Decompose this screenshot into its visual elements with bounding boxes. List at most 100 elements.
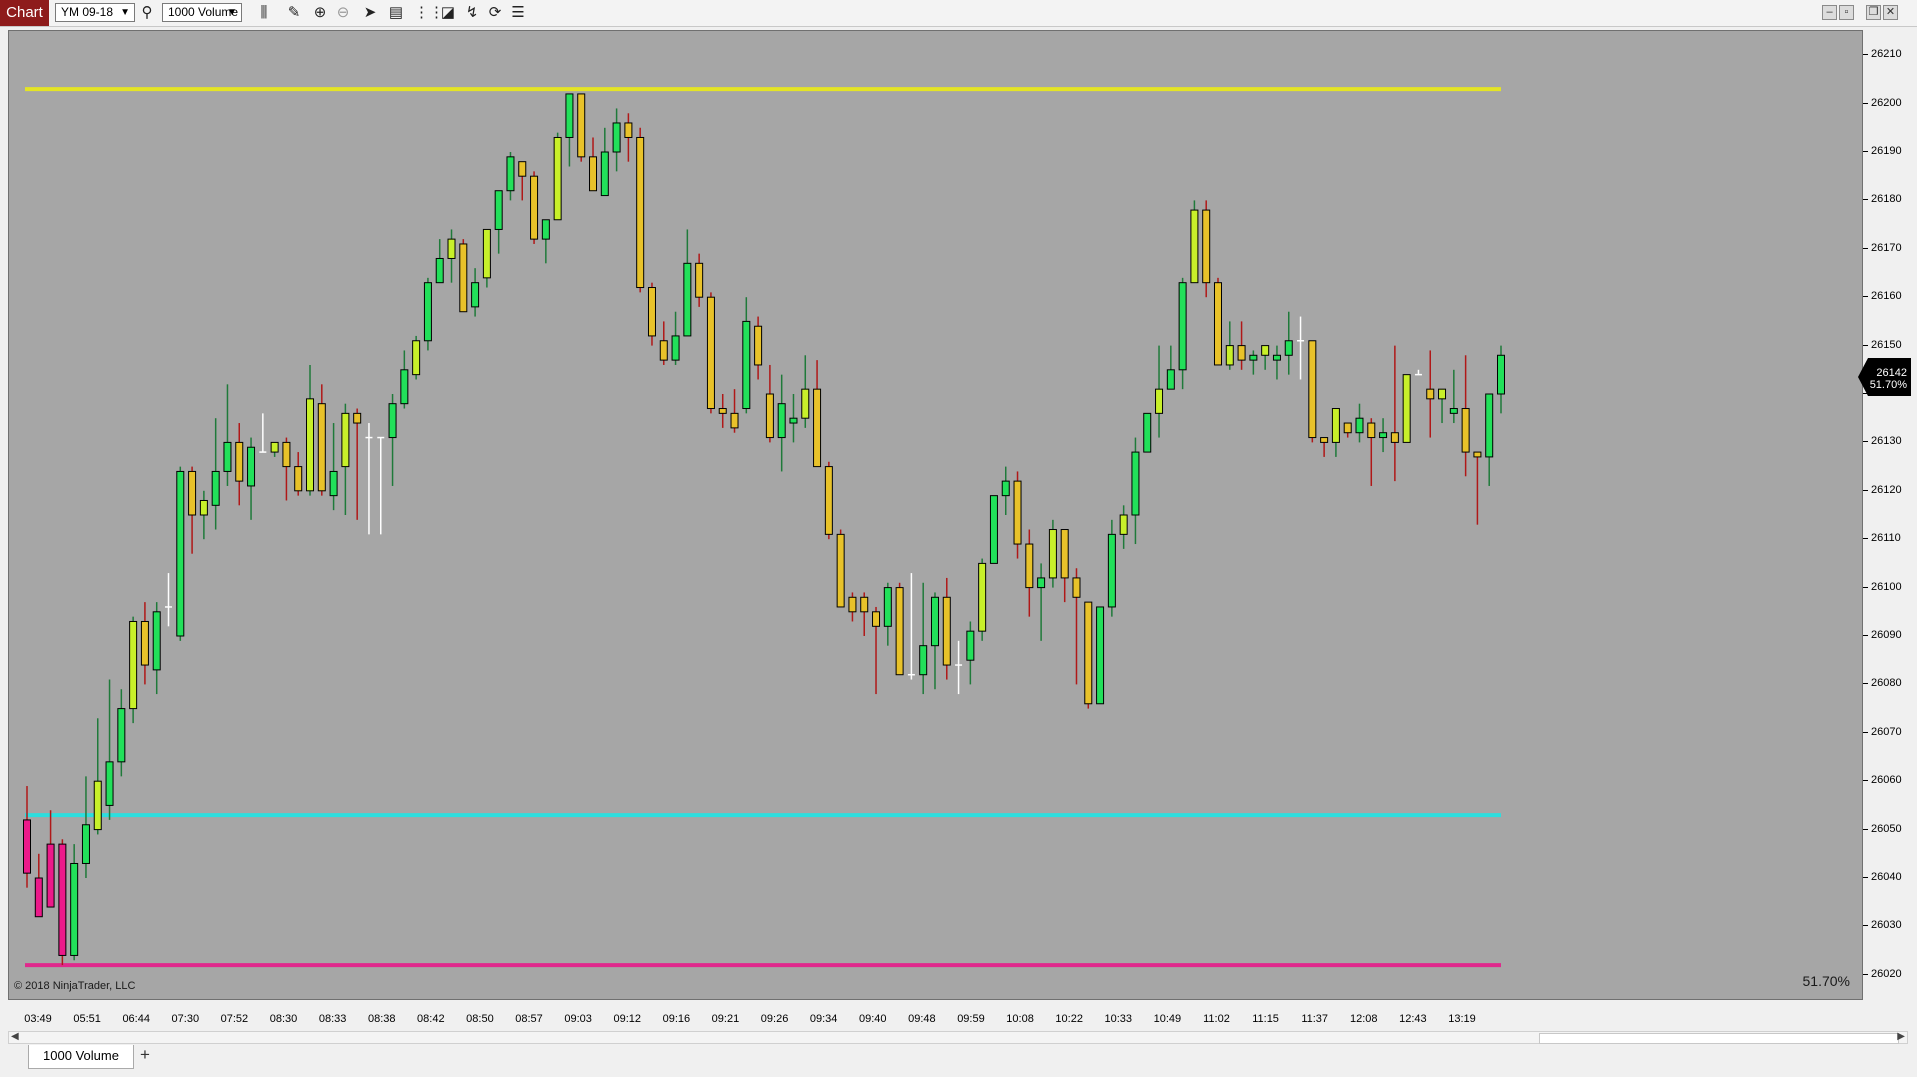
price-axis[interactable]: 2621026200261902618026170261602615026140…	[1863, 30, 1917, 1000]
time-tick-label: 10:22	[1055, 1013, 1083, 1025]
bar-type-icon[interactable]: ⫼	[254, 4, 274, 22]
candle-body	[247, 446, 256, 487]
price-tick-label: 26150	[1871, 338, 1902, 351]
candle-body	[471, 282, 480, 308]
price-tick-mark	[1863, 586, 1868, 588]
add-tab-icon[interactable]: +	[136, 1046, 154, 1065]
time-tick-label: 12:08	[1350, 1013, 1378, 1025]
price-tick-mark	[1863, 828, 1868, 830]
candle-body	[530, 175, 539, 240]
time-axis[interactable]: 03:49 05:51 06:44 07:30 07:52 08:30 08:33 08:38…	[8, 1001, 1863, 1031]
price-tick-mark	[1863, 489, 1868, 491]
tab-bar: 1000 Volume +	[0, 1044, 1917, 1077]
price-tick-label: 26190	[1871, 145, 1902, 157]
candle-body	[1355, 417, 1364, 434]
candle-body	[435, 257, 444, 284]
candle-body	[1497, 354, 1505, 395]
minimize-icon[interactable]: –	[1822, 5, 1837, 20]
indicators-icon[interactable]: ⟳	[485, 4, 505, 22]
chart-tab-label[interactable]: Chart	[0, 0, 49, 26]
price-tick-mark	[1863, 925, 1868, 927]
candle-body	[671, 335, 680, 361]
scroll-right-icon[interactable]: ▶	[1897, 1031, 1905, 1042]
candle-body	[695, 262, 704, 298]
time-tick-label: 09:26	[760, 1013, 789, 1025]
scrollbar-thumb[interactable]	[1539, 1033, 1899, 1044]
candle-body	[199, 499, 208, 516]
time-tick-label: 03:49	[24, 1013, 52, 1025]
time-tick-label: 09:03	[564, 1013, 592, 1025]
price-tick-label: 26090	[1871, 629, 1902, 641]
price-tick-mark	[1863, 683, 1868, 685]
chart-panel[interactable]: © 2018 NinjaTrader, LLC 51.70%	[8, 30, 1863, 1000]
chevron-down-icon: ▼	[120, 7, 130, 18]
columns-icon[interactable]: ⋮⋮	[414, 4, 444, 22]
candle-body	[848, 596, 857, 613]
candle-body	[813, 388, 822, 468]
tab-1000-volume[interactable]: 1000 Volume	[28, 1045, 134, 1069]
period-selector[interactable]: 1000 Volume ▼	[162, 3, 242, 22]
price-tick-mark	[1863, 538, 1868, 540]
price-tick-mark	[1863, 635, 1868, 636]
chart-trader-icon[interactable]: ☰	[508, 4, 528, 22]
price-tick-label: 26020	[1871, 967, 1902, 980]
candle-body	[1249, 354, 1258, 361]
pencil-icon[interactable]: ✎	[284, 4, 304, 22]
candle-body	[1461, 408, 1470, 453]
price-tick-label: 26050	[1871, 822, 1902, 835]
restore-icon[interactable]: ▫	[1839, 5, 1854, 20]
candle-body	[317, 403, 326, 492]
candle-body	[1331, 408, 1340, 443]
strategies-icon[interactable]: ↯	[462, 4, 482, 22]
candle-body	[966, 630, 975, 661]
price-tick-mark	[1863, 344, 1868, 346]
candle-body	[612, 122, 621, 153]
time-tick-label: 12:43	[1399, 1013, 1427, 1025]
candle-body	[872, 611, 881, 627]
candlestick-chart[interactable]	[9, 31, 1862, 999]
price-tick-label: 26030	[1871, 919, 1902, 932]
time-tick-label: 09:21	[711, 1013, 740, 1025]
candle-body	[306, 398, 315, 492]
candle-body	[742, 320, 751, 410]
chart-toolbar: Chart YM 09-18 ▼ ⚲ 1000 Volume ▼ ⫼ ✎ ⊕ ⊖…	[0, 0, 1917, 27]
candle-body	[1449, 408, 1458, 414]
price-tick-label: 26170	[1871, 241, 1902, 254]
candle-body	[1225, 345, 1234, 366]
candle-body	[659, 340, 668, 361]
price-tick-label: 26160	[1871, 290, 1902, 303]
candle-body	[459, 243, 468, 313]
scroll-left-icon[interactable]: ◀	[11, 1031, 19, 1042]
candle-body	[1178, 282, 1187, 371]
candle-body	[81, 824, 90, 864]
zoom-out-icon[interactable]: ⊖	[333, 4, 353, 22]
horizontal-scrollbar[interactable]: ◀ ▶	[8, 1031, 1908, 1044]
instrument-selector[interactable]: YM 09-18 ▼	[55, 3, 135, 22]
candle-body	[978, 562, 987, 632]
maximize-icon[interactable]: ❐	[1866, 5, 1881, 20]
time-tick-label: 11:37	[1301, 1013, 1329, 1025]
data-box-icon[interactable]: ◪	[438, 4, 458, 22]
zoom-in-icon[interactable]: ⊕	[310, 4, 330, 22]
time-tick-label: 08:38	[367, 1013, 396, 1025]
candle-body	[223, 441, 232, 472]
candle-body	[329, 470, 338, 497]
candle-body	[1272, 354, 1281, 361]
candle-body	[600, 151, 609, 197]
time-tick-label: 06:44	[122, 1013, 150, 1025]
price-tick-mark	[1863, 731, 1868, 733]
candle-body	[1473, 451, 1482, 458]
candle-body	[482, 228, 491, 279]
price-tick-mark	[1863, 102, 1868, 104]
pointer-icon[interactable]: ➤	[360, 4, 380, 22]
properties-icon[interactable]: ▤	[386, 4, 406, 22]
candle-body	[1438, 388, 1447, 400]
candle-body	[1202, 209, 1211, 284]
candle-body	[683, 262, 692, 337]
candle-body	[718, 408, 727, 414]
close-icon[interactable]: ✕	[1883, 5, 1898, 20]
candle-body	[541, 219, 550, 240]
candle-body	[1284, 340, 1293, 356]
magnify-icon[interactable]: ⚲	[137, 4, 157, 22]
candle-body	[1237, 345, 1246, 361]
